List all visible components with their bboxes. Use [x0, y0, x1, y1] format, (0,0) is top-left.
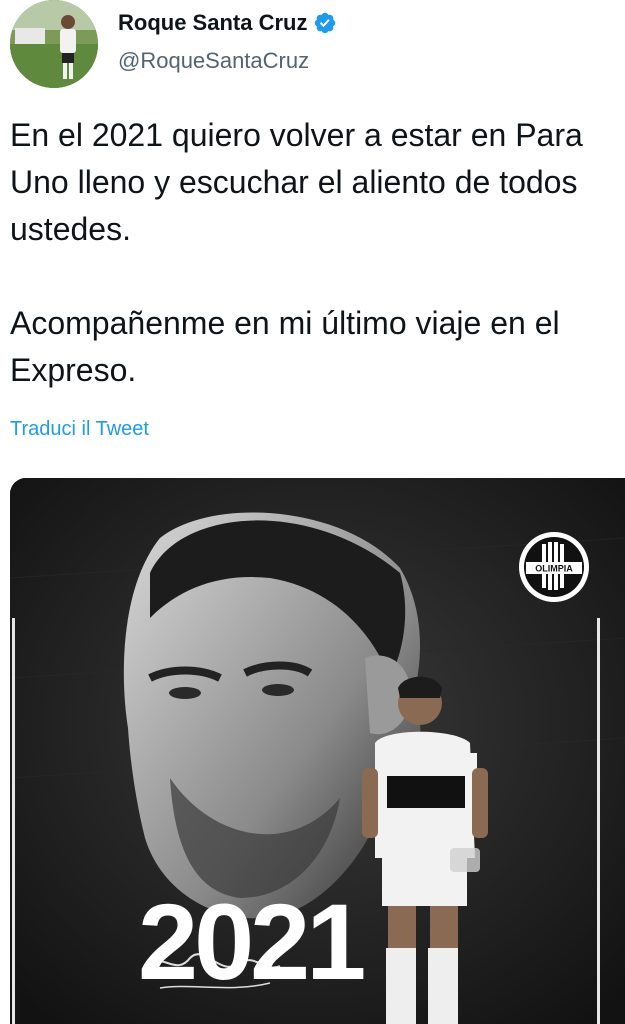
author-names: Roque Santa Cruz @RoqueSantaCruz	[118, 8, 337, 74]
display-name-row: Roque Santa Cruz	[118, 8, 337, 38]
translate-tweet-link[interactable]: Traduci il Tweet	[10, 418, 149, 441]
year-graphic-text: 2021	[138, 881, 366, 1002]
author-handle[interactable]: @RoqueSantaCruz	[118, 48, 337, 74]
display-name[interactable]: Roque Santa Cruz	[118, 10, 307, 36]
avatar[interactable]	[10, 0, 98, 88]
tweet-media-image[interactable]: 2021 OLIMPIA	[10, 478, 625, 1024]
olimpia-logo-text: OLIMPIA	[535, 564, 573, 574]
tweet: Roque Santa Cruz @RoqueSantaCruz En el 2…	[0, 0, 625, 1024]
olimpia-crest-icon: OLIMPIA	[519, 532, 589, 602]
tweet-text: En el 2021 quiero volver a estar en Para…	[10, 117, 583, 388]
tweet-header: Roque Santa Cruz @RoqueSantaCruz	[10, 0, 337, 90]
verified-badge-icon	[315, 12, 336, 34]
